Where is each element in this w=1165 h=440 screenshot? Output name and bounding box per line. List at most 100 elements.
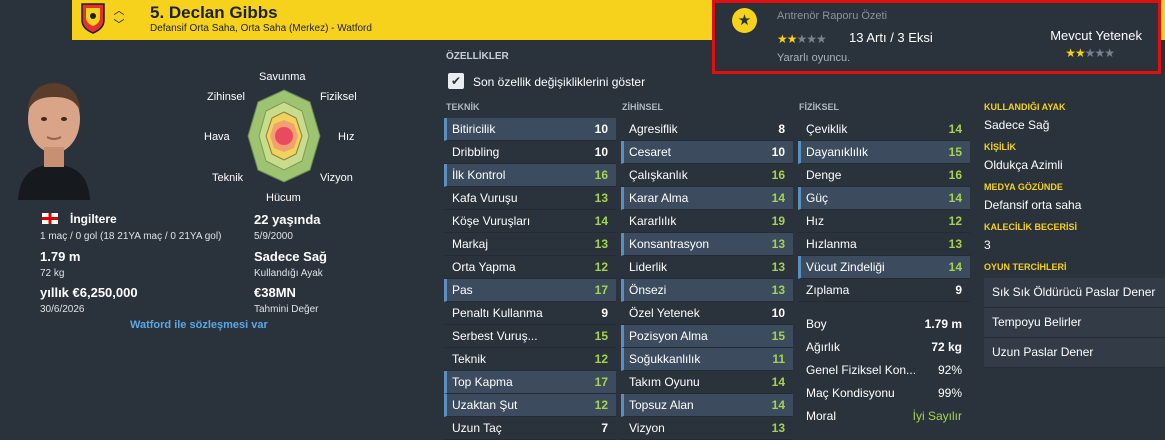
preference-item[interactable]: Sık Sık Öldürücü Paslar Dener <box>984 278 1165 308</box>
date-of-birth: 5/9/2000 <box>254 231 293 242</box>
attribute-row[interactable]: Hız 12 <box>798 210 970 233</box>
chevron-up-down-icon[interactable]: ︿ ﹀ <box>112 4 126 32</box>
attribute-row[interactable]: Markaj 13 <box>444 233 616 256</box>
attribute-name: Vücut Zindeliği <box>806 260 885 274</box>
attribute-row[interactable]: Kafa Vuruşu 13 <box>444 187 616 210</box>
attributes-title: ÖZELLİKLER <box>446 51 509 62</box>
attribute-row[interactable]: Pozisyon Alma 15 <box>621 325 793 348</box>
attribute-value: 14 <box>948 191 962 205</box>
attribute-row[interactable]: Topsuz Alan 14 <box>621 394 793 417</box>
contract-link[interactable]: Watford ile sözleşmesi var <box>130 319 268 331</box>
attribute-row[interactable]: Dribbling 10 <box>444 141 616 164</box>
attribute-row[interactable]: Köşe Vuruşları 14 <box>444 210 616 233</box>
foot-value: Sadece Sağ <box>984 118 1050 132</box>
physical-summary-row: Ağırlık 72 kg <box>798 335 970 358</box>
attribute-name: Top Kapma <box>452 375 513 389</box>
physical-list: Çeviklik 14 Dayanıklılık 15 Denge 16 Güç 14 Hız 1… <box>798 118 970 302</box>
attribute-row[interactable]: Cesaret 10 <box>621 141 793 164</box>
attribute-row[interactable]: Hızlanma 13 <box>798 233 970 256</box>
attribute-row[interactable]: Çeviklik 14 <box>798 118 970 141</box>
attribute-row[interactable]: İlk Kontrol 16 <box>444 164 616 187</box>
attribute-row[interactable]: Liderlik 13 <box>621 256 793 279</box>
attribute-name: Konsantrasyon <box>629 237 710 251</box>
value: €38MN <box>254 285 296 300</box>
age: 22 yaşında <box>254 212 321 227</box>
preference-item[interactable]: Uzun Paslar Dener <box>984 338 1165 368</box>
attribute-row[interactable]: Top Kapma 17 <box>444 371 616 394</box>
attribute-value: 16 <box>771 168 785 182</box>
preferences-list: Sık Sık Öldürücü Paslar Dener Tempoyu Bel… <box>984 278 1165 368</box>
attribute-row[interactable]: Uzaktan Şut 12 <box>444 394 616 417</box>
attribute-name: İlk Kontrol <box>452 168 506 182</box>
england-flag-icon <box>42 213 58 224</box>
radar-label-technique: Teknik <box>212 172 244 184</box>
attribute-name: Pozisyon Alma <box>629 329 708 343</box>
attribute-name: Cesaret <box>629 145 672 159</box>
physical-summary-list: Boy 1.79 m Ağırlık 72 kg Genel Fiziksel Kon.… <box>798 312 970 427</box>
show-changes-label[interactable]: Son özellik değişikliklerini göster <box>473 75 645 89</box>
attribute-value: 17 <box>594 375 608 389</box>
player-name: 5. Declan Gibbs <box>150 3 278 22</box>
nationality[interactable]: İngiltere <box>70 212 117 226</box>
attribute-row[interactable]: Agresiflik 8 <box>621 118 793 141</box>
attribute-name: Pas <box>452 283 473 297</box>
attribute-name: Özel Yetenek <box>629 306 700 320</box>
attribute-name: Çalışkanlık <box>629 168 688 182</box>
physical-header: FİZİKSEL <box>799 102 839 112</box>
attribute-name: Agresiflik <box>629 122 678 136</box>
attribute-row[interactable]: Serbest Vuruş... 15 <box>444 325 616 348</box>
foot-header: KULLANDIĞI AYAK <box>984 102 1066 112</box>
attribute-name: Markaj <box>452 237 489 251</box>
player-photo <box>18 83 90 200</box>
attribute-value: 12 <box>594 398 608 412</box>
attribute-row[interactable]: Özel Yetenek 10 <box>621 302 793 325</box>
technical-list: Bitiricilik 10 Dribbling 10 İlk Kontrol 16 Kaf… <box>444 118 616 440</box>
attribute-row[interactable]: Önsezi 13 <box>621 279 793 302</box>
physical-summary-row: Maç Kondisyonu 99% <box>798 381 970 404</box>
attribute-value: 14 <box>948 260 962 274</box>
attribute-value: 12 <box>594 352 608 366</box>
attribute-name: Uzun Taç <box>452 421 502 435</box>
attribute-value: 12 <box>594 260 608 274</box>
attribute-row[interactable]: Bitiricilik 10 <box>444 118 616 141</box>
attribute-value: 13 <box>594 191 608 205</box>
report-stars: ★★★★★ <box>777 32 827 46</box>
height: 1.79 m <box>40 249 81 264</box>
coach-report-panel[interactable]: ★ Antrenör Raporu Özeti ★★★★★ 13 Artı / … <box>712 0 1161 74</box>
preference-item[interactable]: Tempoyu Belirler <box>984 308 1165 338</box>
physical-summary-row: Moral İyi Sayılır <box>798 404 970 427</box>
summary-label: Boy <box>806 316 827 331</box>
attribute-row[interactable]: Güç 14 <box>798 187 970 210</box>
summary-label: Moral <box>806 408 837 423</box>
attribute-value: 14 <box>594 214 608 228</box>
radar-label-attacking: Hücum <box>266 192 301 204</box>
contract-end: 30/6/2026 <box>40 304 85 315</box>
attribute-row[interactable]: Karar Alma 14 <box>621 187 793 210</box>
preferences-header: OYUN TERCİHLERİ <box>984 262 1067 272</box>
attribute-name: Liderlik <box>629 260 668 274</box>
personality-value: Oldukça Azimli <box>984 158 1063 172</box>
attribute-row[interactable]: Teknik 12 <box>444 348 616 371</box>
physical-summary-row: Genel Fiziksel Kon... 92% <box>798 358 970 381</box>
attribute-row[interactable]: Vücut Zindeliği 14 <box>798 256 970 279</box>
attribute-value: 13 <box>771 260 785 274</box>
attribute-name: Orta Yapma <box>452 260 516 274</box>
attribute-row[interactable]: Pas 17 <box>444 279 616 302</box>
attribute-row[interactable]: Zıplama 9 <box>798 279 970 302</box>
header-left-block <box>0 0 72 40</box>
player-info-side: KULLANDIĞI AYAK Sadece Sağ KİŞİLİK Olduk… <box>984 93 1165 368</box>
attribute-row[interactable]: Dayanıklılık 15 <box>798 141 970 164</box>
attribute-row[interactable]: Penaltı Kullanma 9 <box>444 302 616 325</box>
attribute-row[interactable]: Orta Yapma 12 <box>444 256 616 279</box>
attribute-row[interactable]: Kararlılık 19 <box>621 210 793 233</box>
attribute-row[interactable]: Çalışkanlık 16 <box>621 164 793 187</box>
attribute-row[interactable]: Soğukkanlılık 11 <box>621 348 793 371</box>
attribute-row[interactable]: Denge 16 <box>798 164 970 187</box>
attribute-name: Dayanıklılık <box>806 145 869 159</box>
preferred-foot-label: Kullandığı Ayak <box>254 268 323 279</box>
attribute-row[interactable]: Takım Oyunu 14 <box>621 371 793 394</box>
attribute-value: 12 <box>948 214 962 228</box>
show-changes-checkbox[interactable]: ✔ <box>448 73 464 89</box>
attribute-name: Hızlanma <box>806 237 857 251</box>
attribute-row[interactable]: Konsantrasyon 13 <box>621 233 793 256</box>
